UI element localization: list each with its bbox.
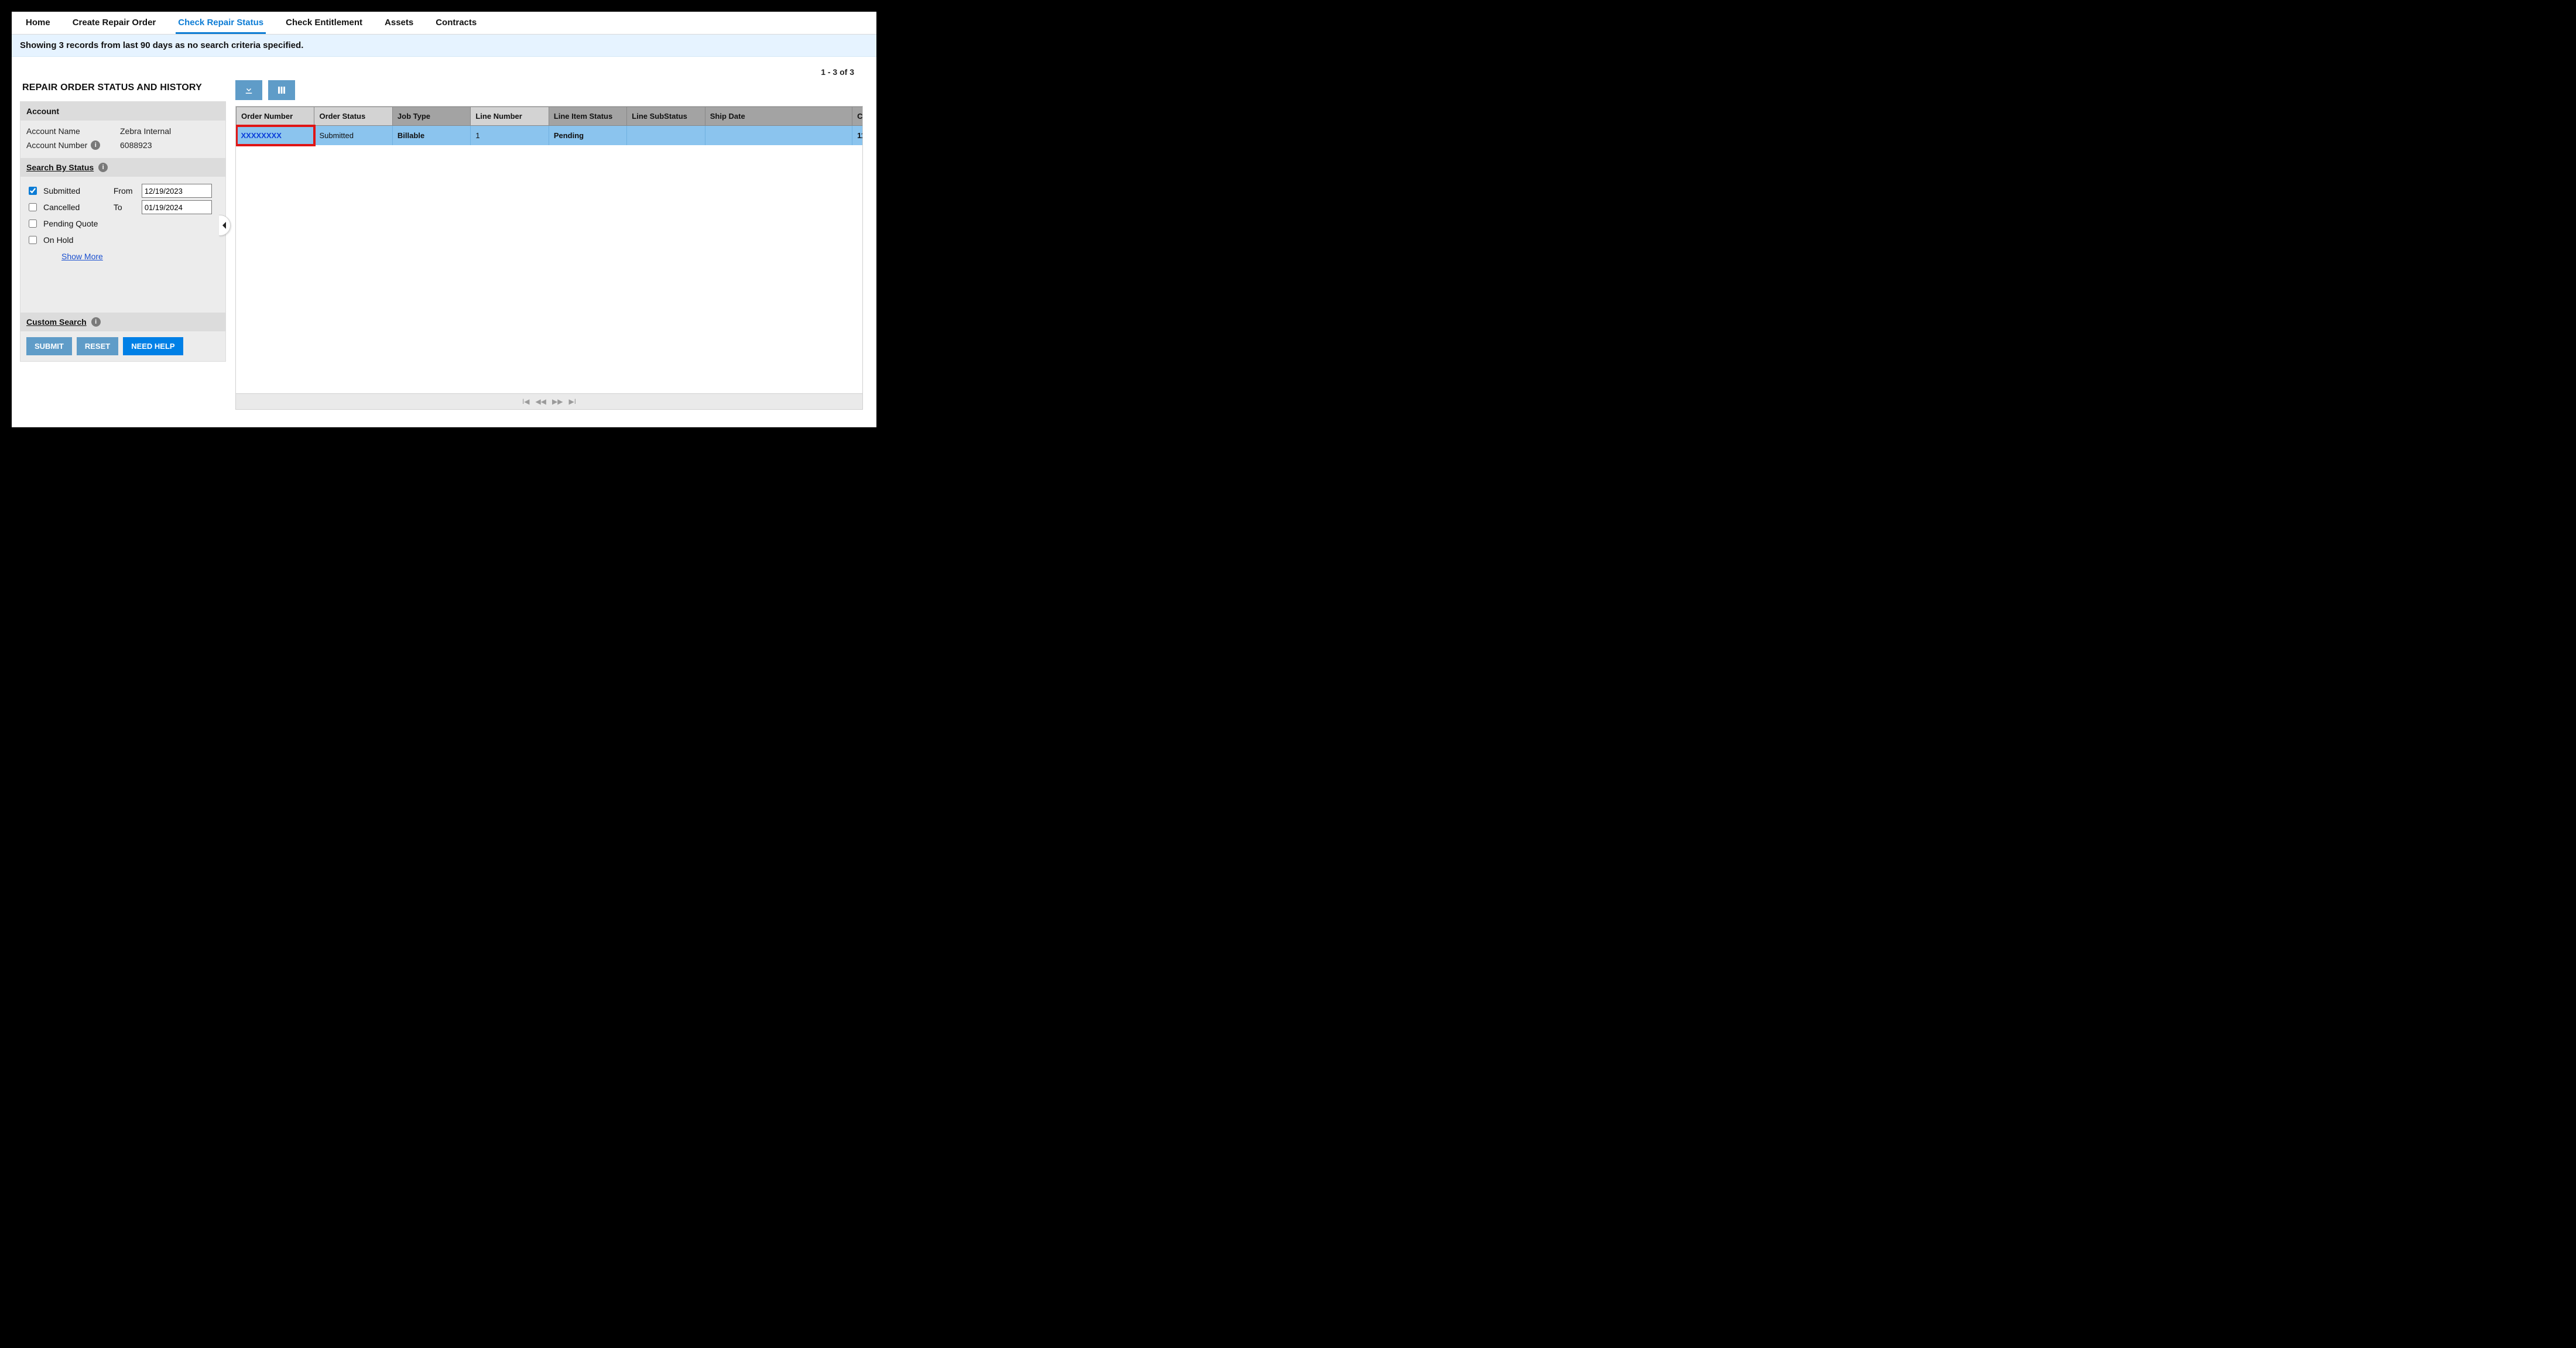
status-submitted[interactable]: Submitted	[26, 183, 103, 199]
cell-line-item-status: Pending	[549, 126, 626, 146]
download-button[interactable]	[235, 80, 262, 100]
pager-prev-icon[interactable]: ◀◀	[536, 397, 546, 406]
main-columns: REPAIR ORDER STATUS AND HISTORY Account …	[20, 80, 868, 410]
account-number-value: 6088923	[120, 140, 152, 150]
cell-customer-due: 11/26/2023 11:0	[852, 126, 862, 146]
status-on-hold[interactable]: On Hold	[26, 232, 103, 248]
sidebar-collapse-handle[interactable]	[219, 215, 231, 236]
account-section-header: Account	[20, 102, 225, 121]
status-cancelled[interactable]: Cancelled	[26, 199, 103, 215]
info-icon[interactable]: i	[98, 163, 108, 172]
need-help-button[interactable]: NEED HELP	[123, 337, 183, 355]
search-by-status-header: Search By Status i	[20, 158, 225, 177]
results-grid: Order Number Order Status Job Type Line …	[235, 106, 863, 410]
record-range: 1 - 3 of 3	[20, 61, 868, 80]
account-number-row: Account Number i 6088923	[26, 138, 220, 152]
status-submitted-label: Submitted	[43, 186, 80, 195]
to-date-row: To	[114, 199, 212, 215]
from-date-row: From	[114, 183, 212, 199]
status-on-hold-checkbox[interactable]	[29, 236, 37, 244]
table-header-row: Order Number Order Status Job Type Line …	[237, 107, 863, 126]
col-customer-due-date[interactable]: Customer Due Date	[852, 107, 862, 126]
search-by-status-title: Search By Status	[26, 163, 94, 172]
search-by-status-body: Submitted Cancelled Pending Quote	[20, 177, 225, 268]
col-order-status[interactable]: Order Status	[314, 107, 392, 126]
orders-table: Order Number Order Status Job Type Line …	[236, 107, 862, 145]
top-tabs: Home Create Repair Order Check Repair St…	[12, 12, 876, 35]
pager-first-icon[interactable]: I◀	[522, 397, 530, 406]
info-icon[interactable]: i	[91, 140, 100, 150]
filters-panel: Account Account Name Zebra Internal Acco…	[20, 101, 226, 362]
from-label: From	[114, 186, 136, 195]
cell-order-status: Submitted	[314, 126, 392, 146]
tab-assets[interactable]: Assets	[382, 14, 416, 34]
table-row[interactable]: XXXXXXXX Submitted Billable 1 Pending 11…	[237, 126, 863, 146]
tab-contracts[interactable]: Contracts	[433, 14, 479, 34]
show-more-link[interactable]: Show More	[61, 252, 103, 261]
grid-pager: I◀ ◀◀ ▶▶ ▶I	[236, 393, 862, 409]
info-icon[interactable]: i	[91, 317, 101, 327]
col-order-number[interactable]: Order Number	[237, 107, 314, 126]
cell-line-number: 1	[471, 126, 549, 146]
results-area: Order Number Order Status Job Type Line …	[235, 80, 868, 410]
to-date-input[interactable]	[142, 200, 212, 214]
from-date-input[interactable]	[142, 184, 212, 198]
status-submitted-checkbox[interactable]	[29, 187, 37, 195]
action-buttons: SUBMIT RESET NEED HELP	[20, 331, 225, 361]
status-cancelled-checkbox[interactable]	[29, 203, 37, 211]
col-line-item-status[interactable]: Line Item Status	[549, 107, 626, 126]
app-window: Home Create Repair Order Check Repair St…	[11, 11, 878, 428]
cell-ship-date	[705, 126, 852, 146]
status-checkboxes: Submitted Cancelled Pending Quote	[26, 183, 103, 262]
tab-check-entitlement[interactable]: Check Entitlement	[283, 14, 365, 34]
status-pending-quote-checkbox[interactable]	[29, 219, 37, 228]
tab-home[interactable]: Home	[23, 14, 53, 34]
status-pending-quote[interactable]: Pending Quote	[26, 215, 103, 232]
status-cancelled-label: Cancelled	[43, 203, 80, 212]
content-area: 1 - 3 of 3 REPAIR ORDER STATUS AND HISTO…	[12, 57, 876, 427]
custom-search-title: Custom Search	[26, 317, 87, 327]
tab-check-repair-status[interactable]: Check Repair Status	[176, 14, 266, 34]
reset-button[interactable]: RESET	[77, 337, 118, 355]
page-title: REPAIR ORDER STATUS AND HISTORY	[22, 83, 226, 93]
cell-line-substatus	[627, 126, 705, 146]
spacer	[20, 268, 225, 313]
col-ship-date[interactable]: Ship Date	[705, 107, 852, 126]
col-line-number[interactable]: Line Number	[471, 107, 549, 126]
account-body: Account Name Zebra Internal Account Numb…	[20, 121, 225, 158]
download-icon	[244, 85, 254, 95]
date-range: From To	[114, 183, 212, 262]
cell-job-type: Billable	[392, 126, 470, 146]
cell-order-number[interactable]: XXXXXXXX	[237, 126, 314, 146]
custom-search-header: Custom Search i	[20, 313, 225, 331]
chevron-left-icon	[222, 222, 228, 229]
account-name-label: Account Name	[26, 126, 114, 136]
columns-button[interactable]	[268, 80, 295, 100]
grid-scroll[interactable]: Order Number Order Status Job Type Line …	[236, 107, 862, 393]
grid-toolbar	[235, 80, 868, 100]
account-name-row: Account Name Zebra Internal	[26, 124, 220, 138]
status-pending-quote-label: Pending Quote	[43, 219, 98, 228]
pager-last-icon[interactable]: ▶I	[568, 397, 576, 406]
pager-next-icon[interactable]: ▶▶	[552, 397, 563, 406]
account-name-value: Zebra Internal	[120, 126, 171, 136]
status-on-hold-label: On Hold	[43, 235, 73, 245]
info-banner: Showing 3 records from last 90 days as n…	[12, 35, 876, 57]
tab-create-repair-order[interactable]: Create Repair Order	[70, 14, 159, 34]
filter-sidebar: REPAIR ORDER STATUS AND HISTORY Account …	[20, 80, 226, 362]
account-number-label: Account Number i	[26, 140, 114, 150]
columns-icon	[276, 85, 287, 95]
col-job-type[interactable]: Job Type	[392, 107, 470, 126]
order-number-link[interactable]: XXXXXXXX	[241, 131, 282, 140]
submit-button[interactable]: SUBMIT	[26, 337, 72, 355]
col-line-substatus[interactable]: Line SubStatus	[627, 107, 705, 126]
account-number-label-text: Account Number	[26, 140, 87, 150]
to-label: To	[114, 203, 136, 212]
